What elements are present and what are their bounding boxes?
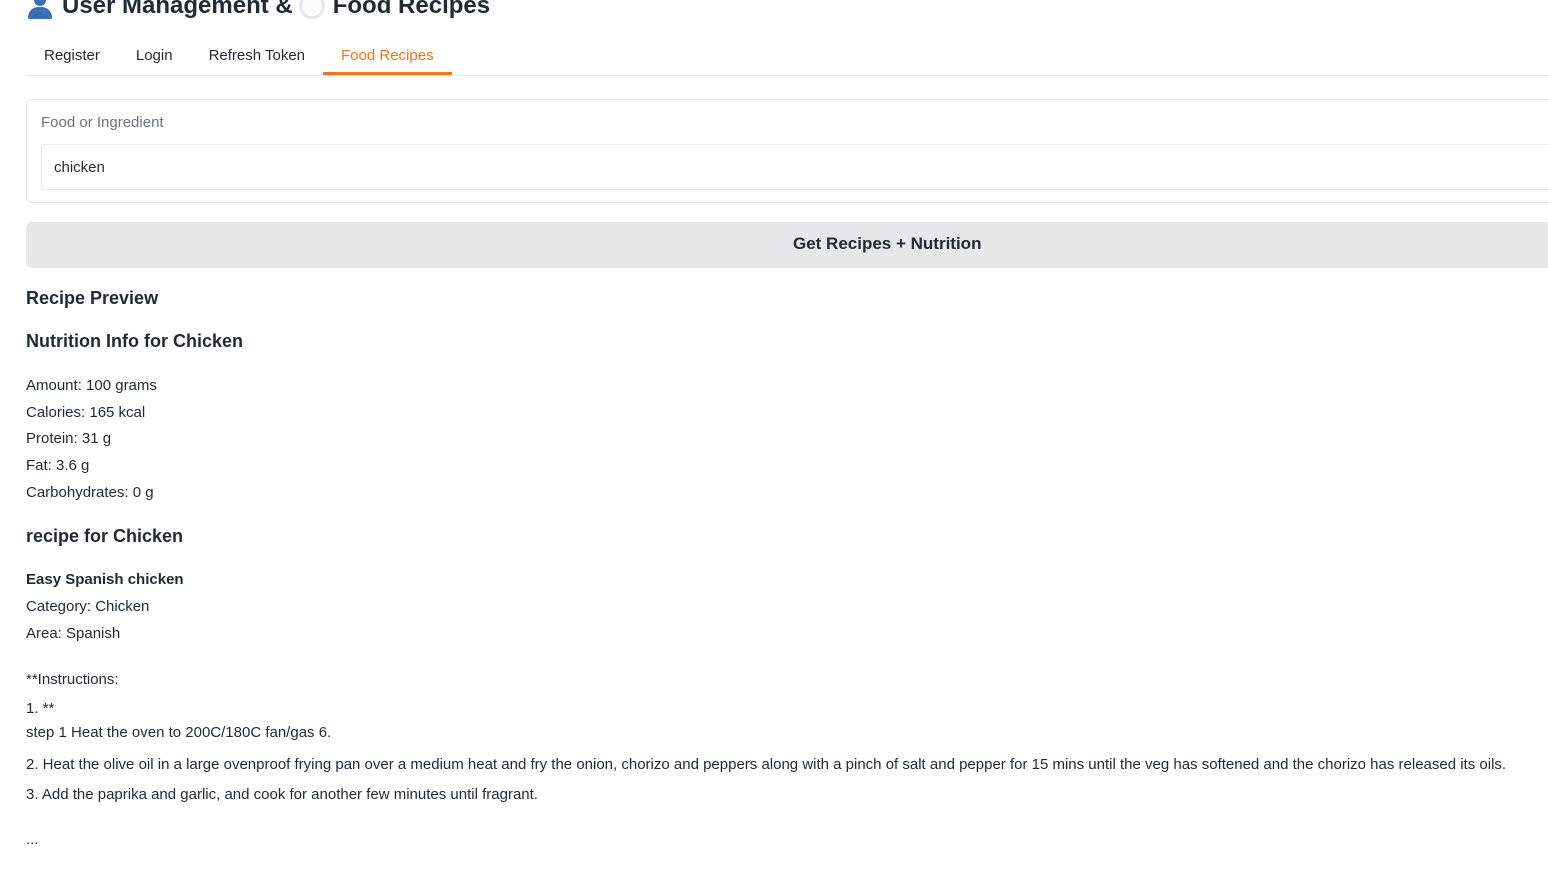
instruction-step-3: 3. Add the paprika and garlic, and cook … <box>26 786 538 803</box>
get-recipes-button-label: Get Recipes + Nutrition <box>793 234 982 253</box>
user-icon <box>26 0 54 20</box>
nutrition-heading: Nutrition Info for Chicken <box>26 331 243 351</box>
instruction-step-1: step 1 Heat the oven to 200C/180C fan/ga… <box>26 724 332 741</box>
tab-login[interactable]: Login <box>118 38 191 74</box>
food-input-label: Food or Ingredient <box>41 114 164 131</box>
tab-register[interactable]: Register <box>26 38 118 74</box>
food-input-group: Food or Ingredient <box>26 99 1548 203</box>
tab-bar: Register Login Refresh Token Food Recipe… <box>26 38 1548 76</box>
food-input[interactable] <box>41 144 1548 190</box>
recipe-area: Area: Spanish <box>26 625 121 642</box>
recipe-category: Category: Chicken <box>26 598 150 615</box>
nutrition-carbohydrates: Carbohydrates: 0 g <box>26 484 154 501</box>
recipe-heading: recipe for Chicken <box>26 526 184 546</box>
page-title: User Management & Food Recipes <box>26 0 490 22</box>
tab-food-recipes[interactable]: Food Recipes <box>323 38 452 75</box>
recipe-preview-heading: Recipe Preview <box>26 288 159 308</box>
instructions-ellipsis: ... <box>26 831 39 848</box>
nutrition-calories: Calories: 165 kcal <box>26 404 146 421</box>
nutrition-fat: Fat: 3.6 g <box>26 457 90 474</box>
step-1-marker: 1. ** <box>26 700 55 717</box>
get-recipes-button[interactable]: Get Recipes + Nutrition <box>26 222 1548 268</box>
tab-refresh-token[interactable]: Refresh Token <box>191 38 323 74</box>
title-part-2: Food Recipes <box>332 0 491 19</box>
recipe-name: Easy Spanish chicken <box>26 571 184 588</box>
plate-icon <box>298 0 325 19</box>
nutrition-protein: Protein: 31 g <box>26 430 112 447</box>
instruction-step-2: 2. Heat the olive oil in a large ovenpro… <box>26 756 1507 773</box>
title-part-1: User Management & <box>62 0 293 19</box>
instructions-label: **Instructions: <box>26 671 119 688</box>
nutrition-amount: Amount: 100 grams <box>26 377 157 394</box>
